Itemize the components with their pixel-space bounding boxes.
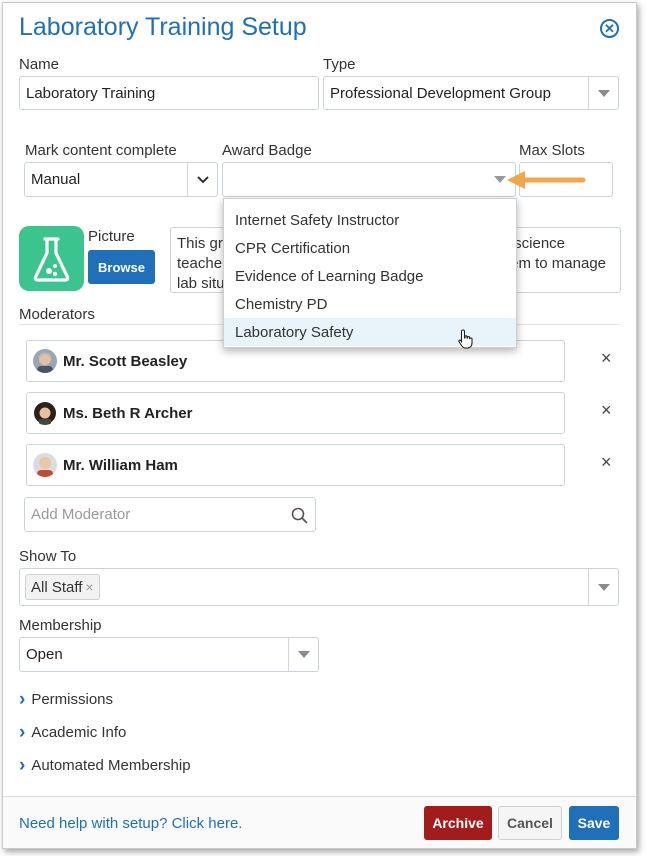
dropdown-option[interactable]: CPR Certification bbox=[224, 234, 516, 262]
save-button[interactable]: Save bbox=[569, 806, 619, 840]
description-text: science bbox=[514, 235, 565, 252]
dialog-title: Laboratory Training Setup bbox=[19, 13, 307, 41]
chevron-right-icon: › bbox=[19, 755, 26, 776]
avatar bbox=[33, 349, 57, 373]
chevron-down-icon[interactable] bbox=[187, 163, 217, 196]
flask-icon bbox=[19, 226, 84, 291]
dropdown-option[interactable]: Evidence of Learning Badge bbox=[224, 262, 516, 290]
pointer-arrow-icon bbox=[507, 171, 586, 189]
dropdown-option[interactable]: Internet Safety Instructor bbox=[224, 206, 516, 234]
moderators-label: Moderators bbox=[19, 306, 95, 323]
section-academic-info[interactable]: › Academic Info bbox=[19, 722, 126, 743]
dropdown-option[interactable]: Chemistry PD bbox=[224, 290, 516, 318]
show-to-select[interactable]: All Staff × bbox=[19, 568, 619, 606]
type-label: Type bbox=[323, 56, 356, 73]
description-text: lab situ bbox=[177, 275, 225, 292]
chevron-down-icon[interactable] bbox=[588, 77, 618, 109]
tag-remove-icon[interactable]: × bbox=[85, 579, 93, 595]
description-text: em to manage bbox=[510, 255, 606, 272]
name-value: Laboratory Training bbox=[26, 84, 156, 102]
chevron-down-icon[interactable] bbox=[588, 569, 618, 605]
moderator-name: Mr. Scott Beasley bbox=[63, 352, 188, 370]
divider bbox=[3, 796, 636, 797]
chevron-right-icon: › bbox=[19, 722, 26, 743]
cancel-button[interactable]: Cancel bbox=[498, 806, 562, 840]
archive-button[interactable]: Archive bbox=[424, 806, 492, 840]
picture-label: Picture bbox=[88, 228, 135, 245]
help-link[interactable]: Need help with setup? Click here. bbox=[19, 815, 242, 832]
moderator-name: Ms. Beth R Archer bbox=[63, 404, 193, 422]
membership-select[interactable]: Open bbox=[19, 637, 319, 672]
max-slots-label: Max Slots bbox=[519, 142, 585, 159]
moderator-item: Mr. William Ham bbox=[26, 444, 565, 486]
moderator-name: Mr. William Ham bbox=[63, 456, 178, 474]
avatar bbox=[33, 401, 57, 425]
remove-moderator-icon[interactable]: × bbox=[601, 452, 612, 473]
hand-cursor-icon bbox=[458, 329, 473, 349]
name-field[interactable]: Laboratory Training bbox=[19, 76, 319, 110]
section-permissions[interactable]: › Permissions bbox=[19, 689, 113, 710]
mark-complete-value: Manual bbox=[31, 171, 81, 188]
award-badge-label: Award Badge bbox=[222, 142, 312, 159]
membership-label: Membership bbox=[19, 617, 102, 634]
type-select[interactable]: Professional Development Group bbox=[323, 76, 619, 110]
add-moderator-placeholder: Add Moderator bbox=[31, 506, 131, 523]
chevron-right-icon: › bbox=[19, 689, 26, 710]
name-label: Name bbox=[19, 56, 60, 73]
add-moderator-field[interactable]: Add Moderator bbox=[24, 497, 316, 532]
remove-moderator-icon[interactable]: × bbox=[601, 400, 612, 421]
chevron-down-icon[interactable] bbox=[288, 638, 318, 671]
type-value: Professional Development Group bbox=[330, 84, 551, 102]
show-to-label: Show To bbox=[19, 548, 77, 565]
mark-complete-select[interactable]: Manual bbox=[24, 162, 218, 197]
search-icon[interactable] bbox=[291, 507, 308, 524]
remove-moderator-icon[interactable]: × bbox=[601, 348, 612, 369]
close-icon[interactable]: ✕ bbox=[600, 19, 619, 38]
moderator-item: Ms. Beth R Archer bbox=[26, 392, 565, 434]
avatar bbox=[33, 453, 57, 477]
setup-dialog: Laboratory Training Setup ✕ Name Laborat… bbox=[2, 2, 637, 849]
dropdown-option-highlighted[interactable]: Laboratory Safety bbox=[224, 318, 516, 349]
browse-button[interactable]: Browse bbox=[88, 250, 155, 284]
section-automated-membership[interactable]: › Automated Membership bbox=[19, 755, 191, 776]
show-to-tag: All Staff × bbox=[25, 574, 100, 600]
membership-value: Open bbox=[26, 646, 63, 663]
mark-complete-label: Mark content complete bbox=[25, 142, 177, 159]
description-text: teacher bbox=[177, 255, 228, 272]
award-badge-select[interactable] bbox=[222, 162, 516, 197]
award-badge-dropdown: Internet Safety Instructor CPR Certifica… bbox=[223, 198, 517, 349]
